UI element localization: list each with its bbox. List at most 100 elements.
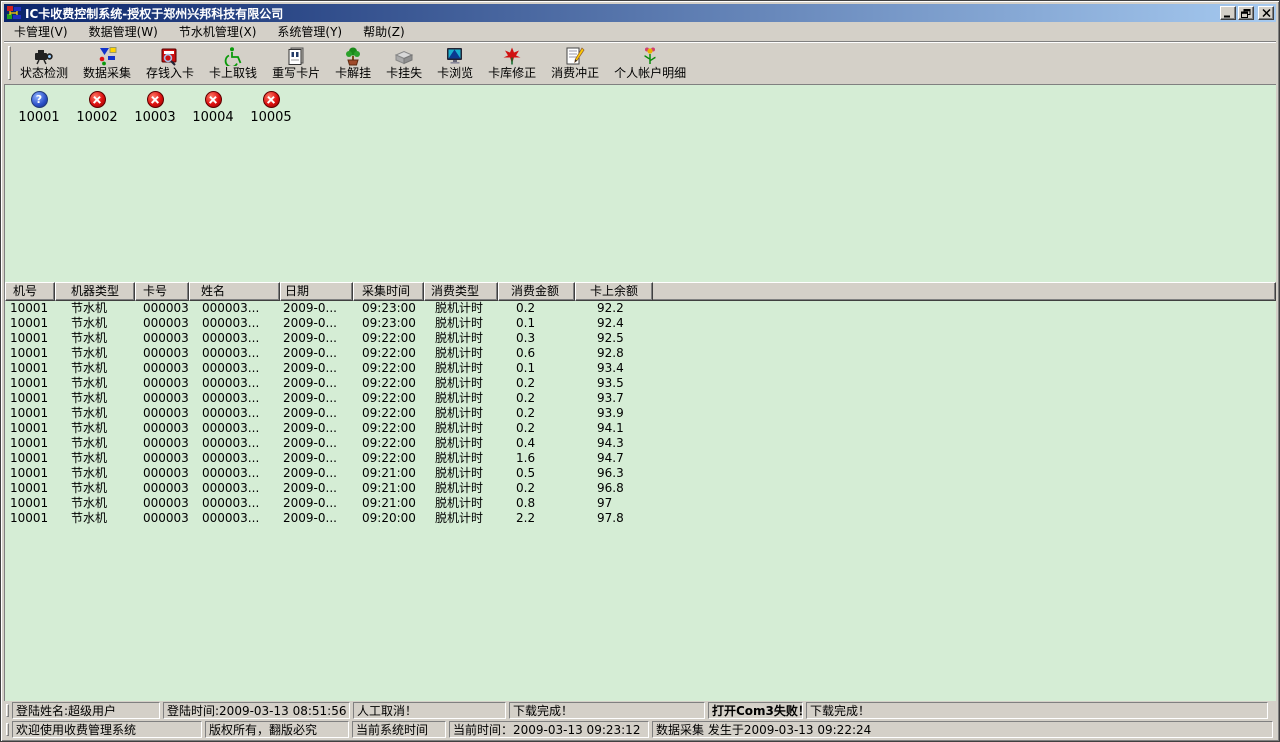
table-row[interactable]: 10001 节水机 000003 000003... 2009-0... 09:… [5,391,1276,406]
cell-machine-id: 10001 [5,481,55,496]
cell-name: 000003... [189,496,280,511]
error-icon [263,91,280,108]
card-browse-button[interactable]: 卡浏览 [430,43,480,83]
table-row[interactable]: 10001 节水机 000003 000003... 2009-0... 09:… [5,511,1276,526]
toolbar-gripper[interactable] [8,46,11,80]
cell-date: 2009-0... [280,421,353,436]
cell-card-balance: 94.1 [575,421,653,436]
cell-machine-type: 节水机 [55,361,135,376]
personal-account-detail-button[interactable]: 个人帐户明细 [607,43,693,83]
cell-machine-id: 10001 [5,496,55,511]
cell-card-no: 000003 [135,331,189,346]
toolbar-button-label: 个人帐户明细 [614,66,686,80]
card-report-loss-button[interactable]: 卡挂失 [379,43,429,83]
card-db-fix-button[interactable]: 卡库修正 [481,43,543,83]
cell-card-no: 000003 [135,466,189,481]
cell-card-balance: 92.8 [575,346,653,361]
col-card-balance[interactable]: 卡上余额 [575,282,653,301]
cell-card-no: 000003 [135,361,189,376]
cell-card-no: 000003 [135,511,189,526]
col-consume-amount[interactable]: 消费金额 [498,282,575,301]
device-item-10002[interactable]: 10002 [68,91,126,125]
data-collect-button[interactable]: 数据采集 [76,43,138,83]
cell-consume-amount: 0.1 [498,361,575,376]
restore-button[interactable] [1238,6,1254,20]
cell-consume-type: 脱机计时 [424,511,498,526]
menu-help[interactable]: 帮助(Z) [357,21,411,42]
menu-water-saver-management[interactable]: 节水机管理(X) [173,21,263,42]
minimize-button[interactable] [1220,6,1236,20]
cell-card-balance: 94.7 [575,451,653,466]
cell-collect-time: 09:22:00 [353,376,424,391]
table-row[interactable]: 10001 节水机 000003 000003... 2009-0... 09:… [5,376,1276,391]
deposit-to-card-button[interactable]: 存钱入卡 [139,43,201,83]
error-icon [147,91,164,108]
col-date[interactable]: 日期 [280,282,353,301]
notepad-pencil-icon [564,46,586,66]
table-row[interactable]: 10001 节水机 000003 000003... 2009-0... 09:… [5,481,1276,496]
menu-system-management[interactable]: 系统管理(Y) [271,21,348,42]
cell-consume-amount: 0.2 [498,406,575,421]
status-check-button[interactable]: 状态检测 [13,43,75,83]
device-item-10004[interactable]: 10004 [184,91,242,125]
table-row[interactable]: 10001 节水机 000003 000003... 2009-0... 09:… [5,346,1276,361]
close-button[interactable] [1258,6,1274,20]
cell-date: 2009-0... [280,496,353,511]
cell-consume-type: 脱机计时 [424,316,498,331]
col-card-no[interactable]: 卡号 [135,282,189,301]
table-row[interactable]: 10001 节水机 000003 000003... 2009-0... 09:… [5,466,1276,481]
cell-card-no: 000003 [135,436,189,451]
col-machine-type[interactable]: 机器类型 [55,282,135,301]
cell-collect-time: 09:22:00 [353,346,424,361]
cell-card-balance: 97 [575,496,653,511]
table-row[interactable]: 10001 节水机 000003 000003... 2009-0... 09:… [5,361,1276,376]
cell-consume-amount: 0.2 [498,421,575,436]
device-item-10003[interactable]: 10003 [126,91,184,125]
cell-name: 000003... [189,466,280,481]
table-row[interactable]: 10001 节水机 000003 000003... 2009-0... 09:… [5,406,1276,421]
table-row[interactable]: 10001 节水机 000003 000003... 2009-0... 09:… [5,316,1276,331]
menu-card-management[interactable]: 卡管理(V) [8,21,74,42]
col-collect-time[interactable]: 采集时间 [353,282,424,301]
cell-card-balance: 93.4 [575,361,653,376]
table-row[interactable]: 10001 节水机 000003 000003... 2009-0... 09:… [5,331,1276,346]
status-manual-cancel: 人工取消！ [353,702,506,719]
box-icon [393,46,415,66]
rewrite-card-button[interactable]: 重写卡片 [265,43,327,83]
table-row[interactable]: 10001 节水机 000003 000003... 2009-0... 09:… [5,301,1276,316]
status-download-done-1: 下载完成！ [509,702,705,719]
cell-consume-amount: 0.1 [498,316,575,331]
withdraw-icon [222,46,244,66]
device-id-label: 10003 [134,110,175,125]
device-id-label: 10005 [250,110,291,125]
error-icon [89,91,106,108]
device-item-10005[interactable]: 10005 [242,91,300,125]
withdraw-from-card-button[interactable]: 卡上取钱 [202,43,264,83]
cell-card-no: 000003 [135,376,189,391]
device-item-10001[interactable]: ? 10001 [10,91,68,125]
tree-icon [342,46,364,66]
table-row[interactable]: 10001 节水机 000003 000003... 2009-0... 09:… [5,451,1276,466]
cell-name: 000003... [189,316,280,331]
status-bar-bottom: 欢迎使用收费管理系统 版权所有，翻版必究 当前系统时间 当前时间：2009-03… [4,721,1276,738]
col-consume-type[interactable]: 消费类型 [424,282,498,301]
cell-machine-id: 10001 [5,301,55,316]
col-machine-id[interactable]: 机号 [5,282,55,301]
cell-consume-type: 脱机计时 [424,436,498,451]
menu-data-management[interactable]: 数据管理(W) [83,21,164,42]
deposit-icon [159,46,181,66]
table-row[interactable]: 10001 节水机 000003 000003... 2009-0... 09:… [5,436,1276,451]
table-row[interactable]: 10001 节水机 000003 000003... 2009-0... 09:… [5,496,1276,511]
cell-machine-id: 10001 [5,466,55,481]
cell-date: 2009-0... [280,346,353,361]
card-unfreeze-button[interactable]: 卡解挂 [328,43,378,83]
cell-date: 2009-0... [280,511,353,526]
cell-card-no: 000003 [135,316,189,331]
status-login-name: 登陆姓名:超级用户 [12,702,160,719]
table-row[interactable]: 10001 节水机 000003 000003... 2009-0... 09:… [5,421,1276,436]
consumption-reversal-button[interactable]: 消费冲正 [544,43,606,83]
cell-collect-time: 09:22:00 [353,436,424,451]
cell-card-balance: 92.2 [575,301,653,316]
cell-card-no: 000003 [135,481,189,496]
col-name[interactable]: 姓名 [189,282,280,301]
